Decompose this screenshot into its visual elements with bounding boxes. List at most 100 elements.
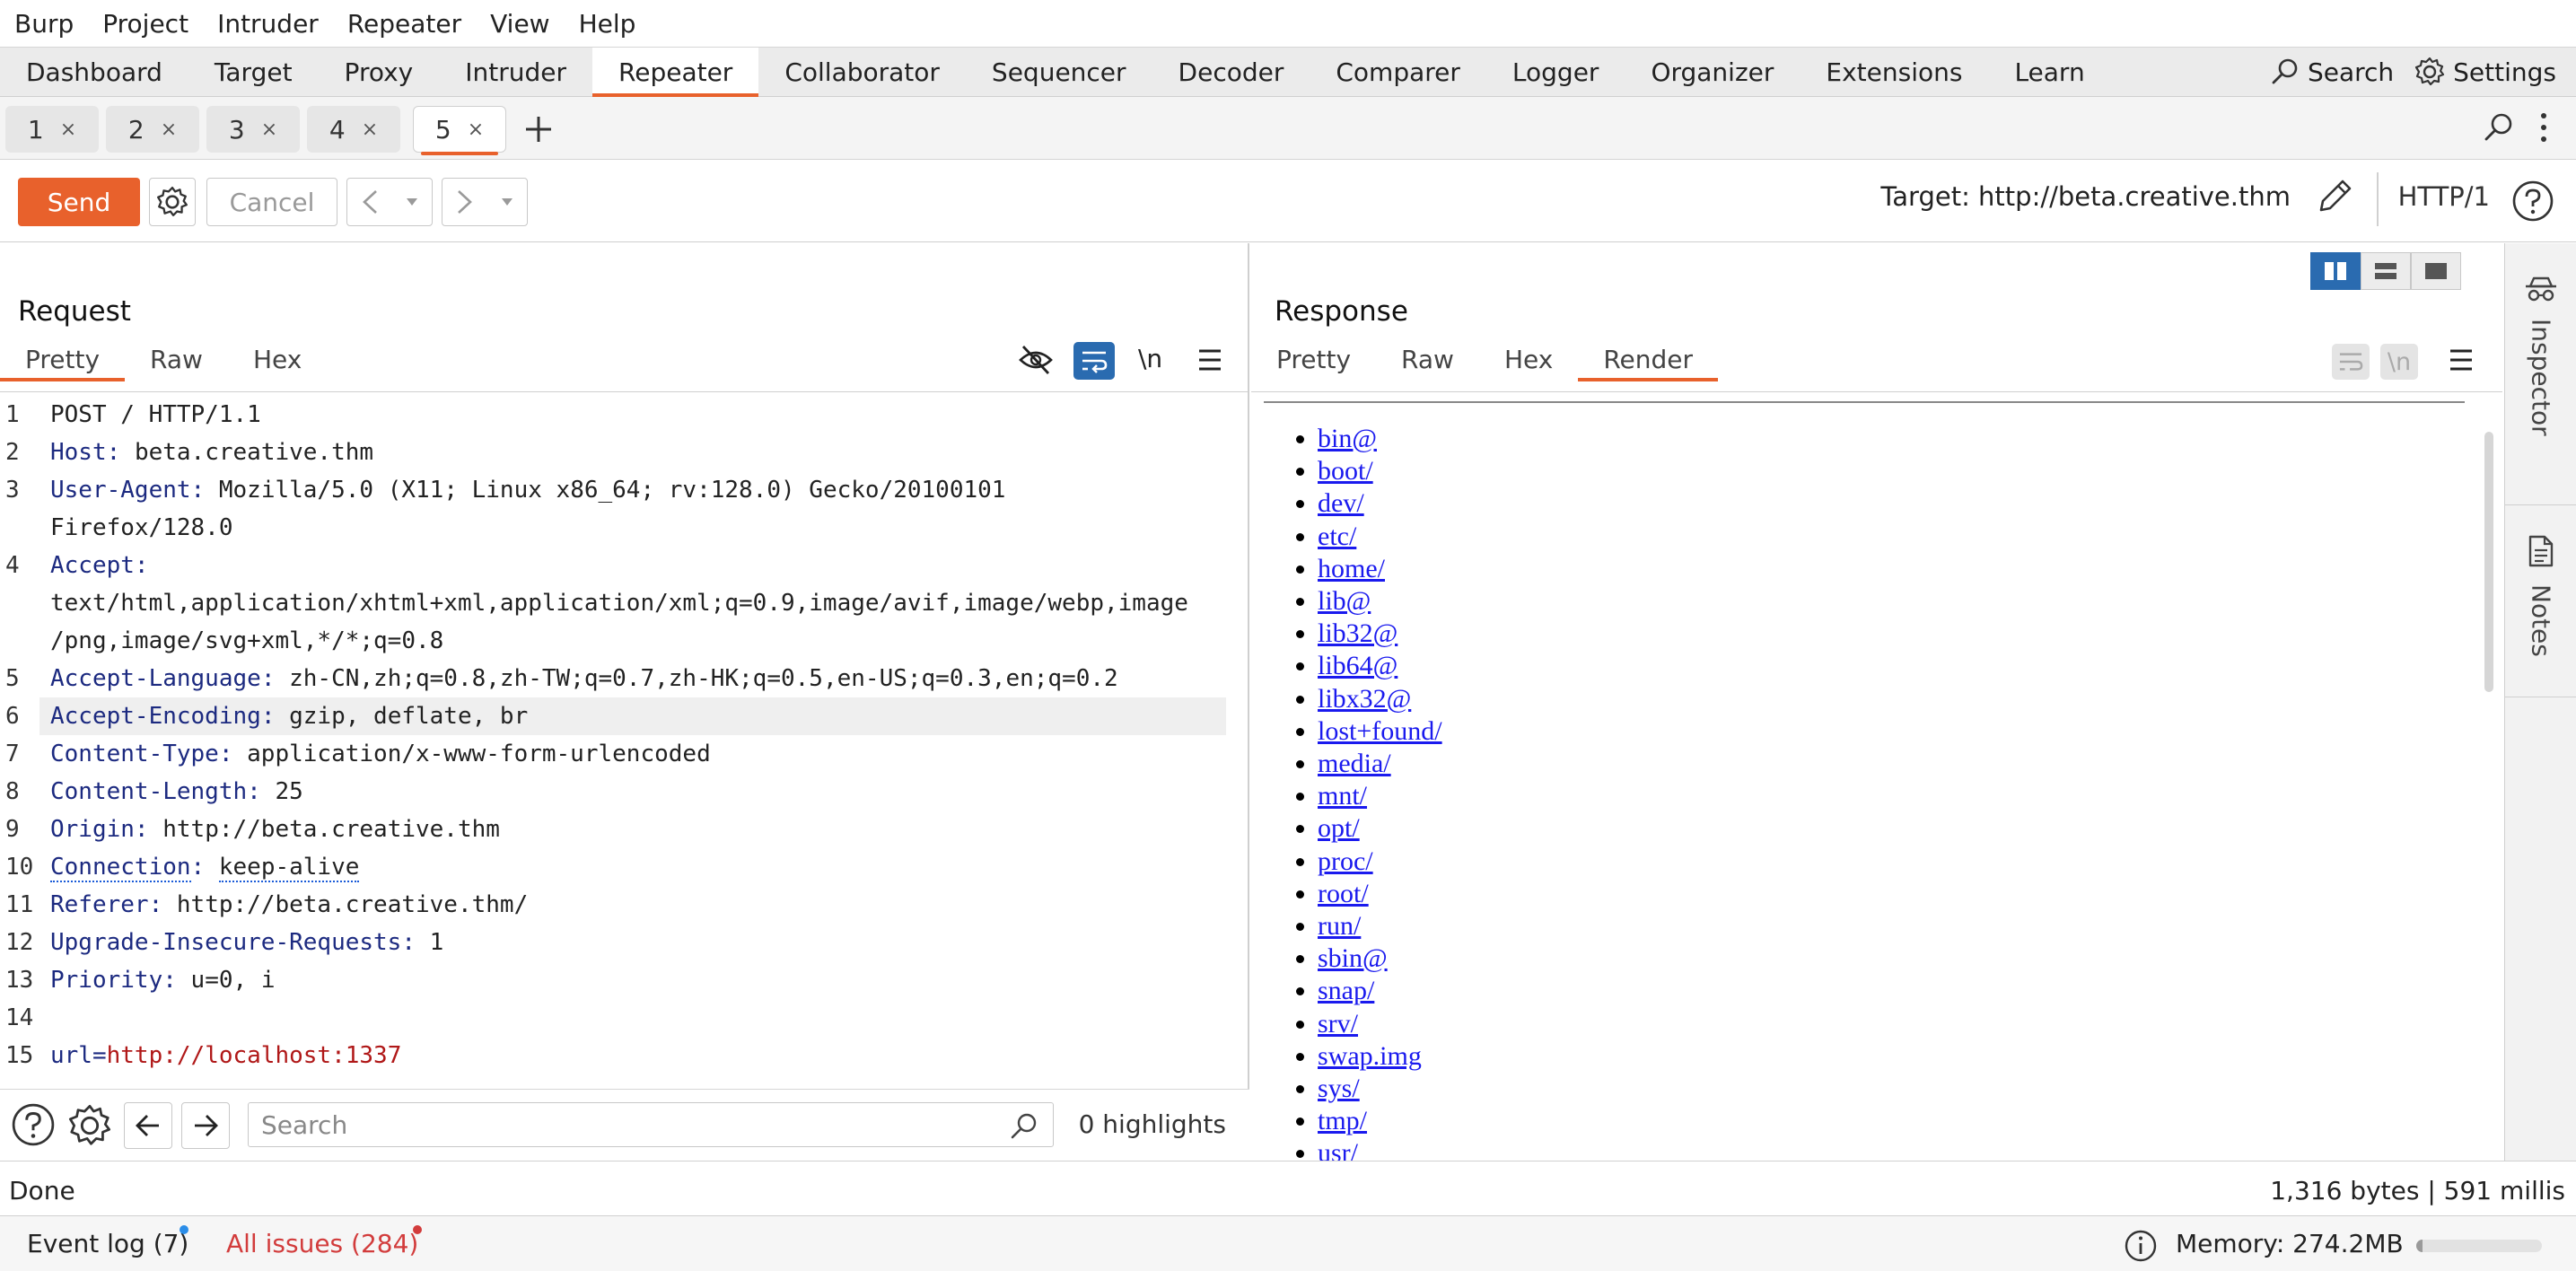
directory-link[interactable]: lib32@ [1318, 618, 1398, 648]
previous-match-button[interactable] [124, 1102, 172, 1149]
http-version-toggle[interactable]: HTTP/1 [2398, 181, 2490, 212]
tab-organizer[interactable]: Organizer [1625, 48, 1800, 96]
directory-link[interactable]: lib64@ [1318, 651, 1398, 680]
tab-collaborator[interactable]: Collaborator [758, 48, 966, 96]
directory-link[interactable]: srv/ [1318, 1009, 1358, 1039]
directory-link[interactable]: lost+found/ [1318, 716, 1442, 746]
directory-link[interactable]: opt/ [1318, 813, 1360, 843]
tab-proxy[interactable]: Proxy [319, 48, 440, 96]
layout-tabbed-button[interactable] [2411, 252, 2461, 290]
directory-link[interactable]: snap/ [1318, 976, 1374, 1005]
request-tab-pretty[interactable]: Pretty [0, 337, 126, 381]
forward-history-button[interactable] [442, 178, 528, 226]
response-tab-render[interactable]: Render [1578, 337, 1718, 381]
settings-button[interactable]: Settings [2453, 57, 2556, 87]
newline-toggle[interactable]: \n [1138, 344, 1162, 373]
edit-target-icon[interactable] [2314, 178, 2353, 219]
tab-logger[interactable]: Logger [1486, 48, 1625, 96]
directory-link[interactable]: usr/ [1318, 1138, 1358, 1161]
tab-decoder[interactable]: Decoder [1152, 48, 1310, 96]
search-icon[interactable] [2270, 57, 2300, 87]
newline-toggle[interactable]: \n [2380, 344, 2418, 380]
event-log-button[interactable]: Event log (7) [27, 1229, 188, 1258]
request-tab-raw[interactable]: Raw [125, 337, 228, 381]
response-tab-hex[interactable]: Hex [1479, 337, 1578, 381]
gear-icon[interactable] [2414, 56, 2446, 88]
cancel-button[interactable]: Cancel [206, 178, 337, 226]
directory-link[interactable]: etc/ [1318, 522, 1356, 551]
directory-link[interactable]: boot/ [1318, 456, 1373, 486]
code-line: 4 Accept: [0, 547, 1249, 584]
directory-link[interactable]: home/ [1318, 554, 1385, 583]
directory-link[interactable]: tmp/ [1318, 1106, 1367, 1135]
response-tab-raw[interactable]: Raw [1376, 337, 1479, 381]
help-icon[interactable] [11, 1102, 56, 1147]
next-match-button[interactable] [181, 1102, 230, 1149]
menu-view[interactable]: View [490, 9, 549, 39]
search-icon[interactable] [2483, 111, 2515, 144]
code-line: 13 Priority: u=0, i [0, 961, 1249, 999]
menu-burp[interactable]: Burp [14, 9, 74, 39]
request-tab-hex[interactable]: Hex [228, 337, 327, 381]
list-item: swap.img [1318, 1040, 1442, 1073]
send-settings-button[interactable] [149, 178, 196, 226]
tab-sequencer[interactable]: Sequencer [966, 48, 1152, 96]
menu-help[interactable]: Help [579, 9, 636, 39]
search-input[interactable] [248, 1102, 1054, 1147]
word-wrap-toggle[interactable] [1073, 342, 1115, 380]
tab-comparer[interactable]: Comparer [1310, 48, 1486, 96]
directory-link[interactable]: dev/ [1318, 488, 1364, 518]
send-button[interactable]: Send [18, 178, 140, 226]
word-wrap-toggle[interactable] [2332, 344, 2370, 380]
hide-nonprintable-icon[interactable] [1018, 344, 1054, 376]
directory-link[interactable]: media/ [1318, 749, 1391, 778]
repeater-tab-1[interactable]: 1 × [5, 106, 99, 153]
response-tab-pretty[interactable]: Pretty [1251, 337, 1376, 381]
more-options-icon[interactable] [2538, 111, 2549, 144]
tab-learn[interactable]: Learn [1988, 48, 2110, 96]
back-history-button[interactable] [346, 178, 433, 226]
help-icon[interactable] [2511, 180, 2554, 223]
directory-link[interactable]: libx32@ [1318, 684, 1411, 714]
response-scrollbar[interactable] [2484, 432, 2493, 692]
directory-link[interactable]: bin@ [1318, 424, 1377, 453]
request-editor[interactable]: 1 POST / HTTP/1.1 2 Host: beta.creative.thm… [0, 396, 1249, 1074]
directory-link[interactable]: proc/ [1318, 846, 1373, 876]
directory-link[interactable]: run/ [1318, 911, 1361, 941]
directory-link[interactable]: mnt/ [1318, 781, 1367, 811]
directory-link[interactable]: sbin@ [1318, 943, 1388, 973]
add-tab-icon[interactable] [521, 111, 556, 147]
menu-icon[interactable] [1197, 347, 1222, 373]
tab-target[interactable]: Target [188, 48, 319, 96]
directory-link[interactable]: sys/ [1318, 1074, 1360, 1103]
layout-stacked-button[interactable] [2361, 252, 2411, 290]
repeater-tab-2[interactable]: 2 × [106, 106, 199, 153]
global-search-button[interactable]: Search [2308, 57, 2394, 87]
tab-dashboard[interactable]: Dashboard [0, 48, 188, 96]
close-icon[interactable]: × [161, 118, 177, 141]
gear-icon[interactable] [66, 1102, 113, 1149]
tab-repeater[interactable]: Repeater [592, 48, 759, 97]
close-icon[interactable]: × [362, 118, 378, 141]
menu-repeater[interactable]: Repeater [347, 9, 461, 39]
all-issues-button[interactable]: All issues (284) [226, 1229, 418, 1258]
tab-extensions[interactable]: Extensions [1800, 48, 1988, 96]
request-status: Done [9, 1176, 75, 1205]
notes-tab[interactable]: Notes [2505, 505, 2576, 697]
close-icon[interactable]: × [60, 118, 76, 141]
layout-side-by-side-button[interactable] [2310, 252, 2361, 290]
repeater-tab-5[interactable]: 5 × [413, 106, 506, 155]
repeater-tab-4[interactable]: 4 × [307, 106, 400, 153]
menu-project[interactable]: Project [102, 9, 188, 39]
directory-link[interactable]: root/ [1318, 879, 1369, 908]
repeater-tab-3[interactable]: 3 × [206, 106, 300, 153]
directory-link[interactable]: swap.img [1318, 1041, 1422, 1071]
tab-intruder[interactable]: Intruder [439, 48, 592, 96]
memory-bar [2416, 1240, 2542, 1252]
close-icon[interactable]: × [261, 118, 277, 141]
inspector-tab[interactable]: Inspector [2505, 243, 2576, 505]
menu-intruder[interactable]: Intruder [217, 9, 319, 39]
menu-icon[interactable] [2449, 347, 2474, 373]
close-icon[interactable]: × [468, 118, 484, 141]
directory-link[interactable]: lib@ [1318, 586, 1371, 616]
